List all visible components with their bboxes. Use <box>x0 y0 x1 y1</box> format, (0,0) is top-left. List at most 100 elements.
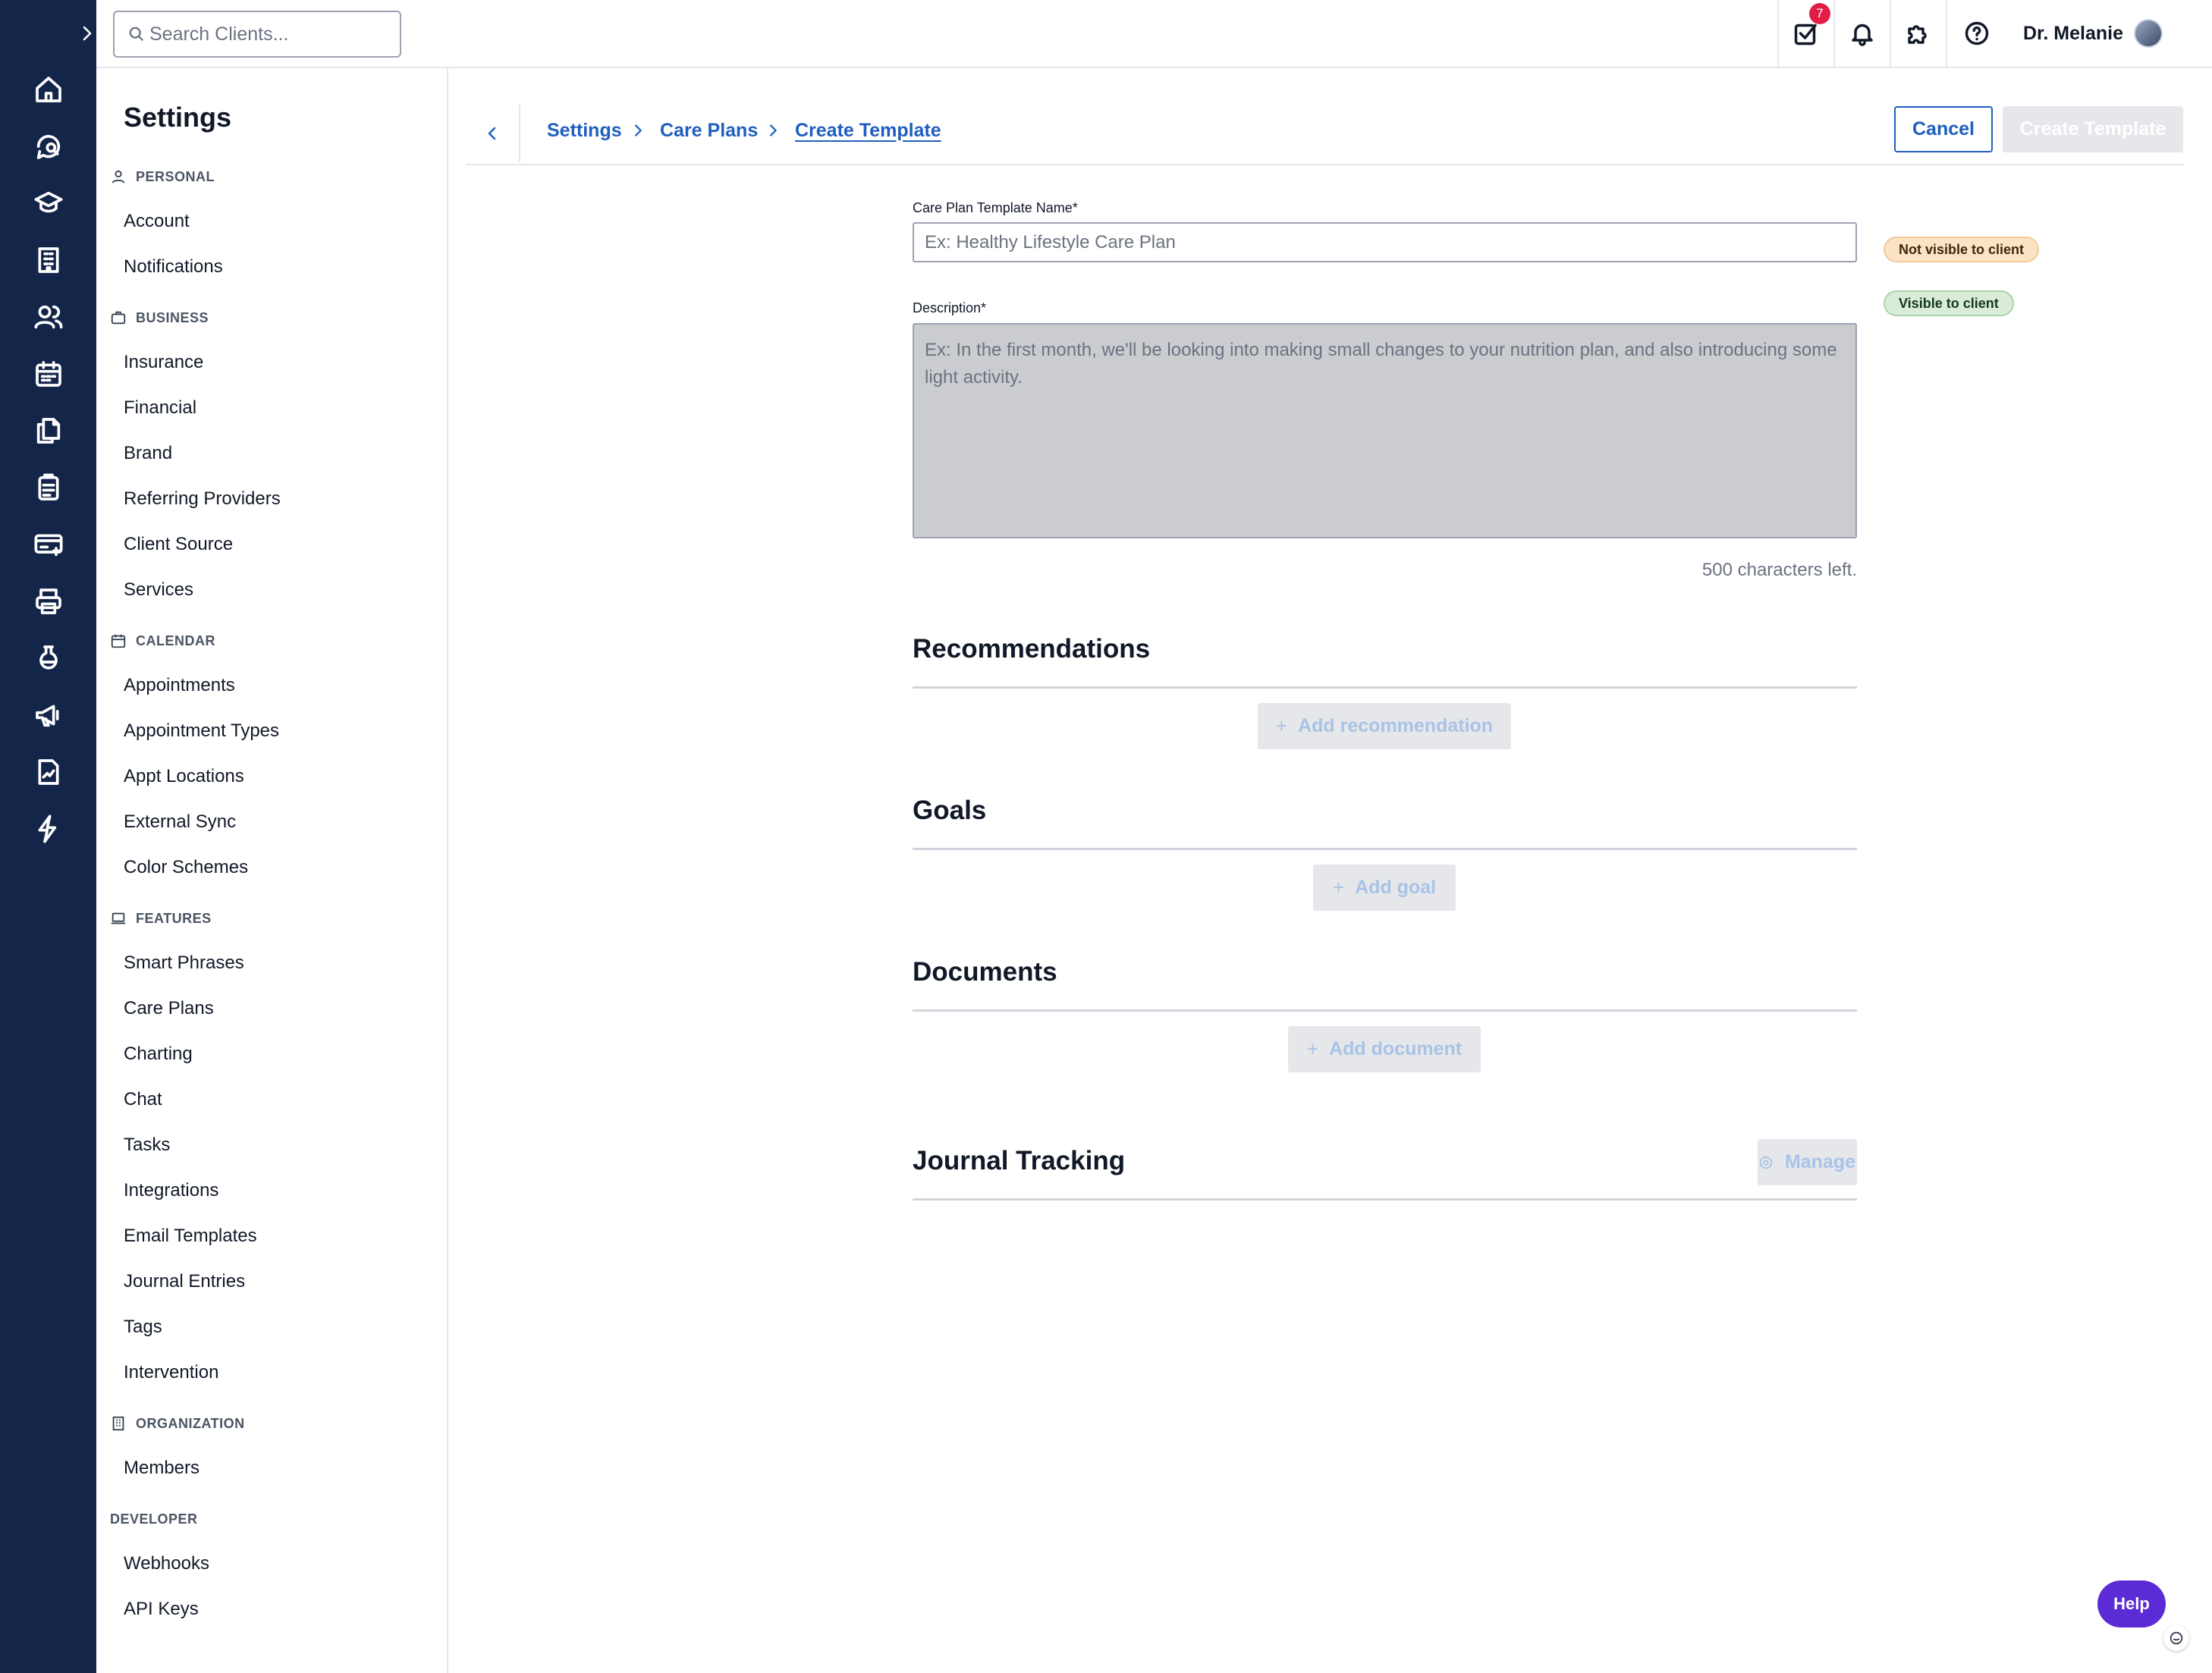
documents-icon[interactable] <box>30 413 67 449</box>
users-icon[interactable] <box>30 299 67 335</box>
search-box[interactable] <box>113 11 401 58</box>
divider <box>913 848 1857 850</box>
printer-icon[interactable] <box>30 583 67 620</box>
tasks-checkbox-icon <box>1794 24 1817 46</box>
search-input[interactable] <box>149 23 385 46</box>
bell-icon <box>1852 24 1873 46</box>
add-goal-button[interactable]: + Add goal <box>1313 865 1456 911</box>
sidebar-item-notifications[interactable]: Notifications <box>124 252 223 282</box>
gear-icon <box>1759 1156 1773 1169</box>
sidebar-item-care-plans[interactable]: Care Plans <box>124 993 214 1024</box>
cancel-button[interactable]: Cancel <box>1894 106 1993 152</box>
sidebar-item-integrations[interactable]: Integrations <box>124 1175 218 1206</box>
characters-left: 500 characters left. <box>1701 560 1857 580</box>
plus-icon: + <box>1275 714 1288 737</box>
description-label: Description* <box>913 300 987 315</box>
sidebar-item-chat[interactable]: Chat <box>124 1084 162 1115</box>
sidebar-item-insurance[interactable]: Insurance <box>124 347 203 378</box>
notifications-button[interactable] <box>1833 0 1890 67</box>
search-icon <box>129 27 144 42</box>
graduation-cap-icon[interactable] <box>30 185 67 221</box>
tasks-button[interactable]: 7 <box>1777 0 1833 67</box>
sidebar-item-financial[interactable]: Financial <box>124 393 196 423</box>
documents-title: Documents <box>913 957 1057 987</box>
megaphone-icon[interactable] <box>30 697 67 733</box>
report-icon[interactable] <box>30 754 67 790</box>
sidebar-item-client-source[interactable]: Client Source <box>124 529 233 560</box>
breadcrumb-settings[interactable]: Settings <box>547 115 622 146</box>
section-organization: ORGANIZATION <box>110 1412 245 1435</box>
section-personal: PERSONAL <box>110 165 215 188</box>
add-document-button[interactable]: + Add document <box>1288 1026 1481 1072</box>
sidebar-item-members[interactable]: Members <box>124 1453 200 1483</box>
sidebar-item-color-schemes[interactable]: Color Schemes <box>124 852 248 883</box>
goals-title: Goals <box>913 796 987 825</box>
template-name-label: Care Plan Template Name* <box>913 200 1078 215</box>
sidebar-item-appt-locations[interactable]: Appt Locations <box>124 761 244 792</box>
sidebar-item-external-sync[interactable]: External Sync <box>124 807 236 837</box>
create-template-button[interactable]: Create Template <box>2003 106 2183 152</box>
manage-button[interactable]: Manage <box>1758 1139 1857 1185</box>
expand-chevron-icon[interactable] <box>76 20 99 47</box>
help-center-button[interactable] <box>1946 0 2006 67</box>
sidebar-item-appointments[interactable]: Appointments <box>124 670 235 701</box>
plus-icon: + <box>1306 1037 1319 1060</box>
lightning-icon[interactable] <box>30 811 67 847</box>
puzzle-icon <box>1908 25 1927 44</box>
briefcase-icon <box>111 311 126 325</box>
task-count-badge: 7 <box>1809 3 1830 24</box>
sidebar-item-referring-providers[interactable]: Referring Providers <box>124 484 281 514</box>
home-icon[interactable] <box>30 71 67 108</box>
sidebar-item-api-keys[interactable]: API Keys <box>124 1594 199 1624</box>
breadcrumb-care-plans[interactable]: Care Plans <box>660 115 758 146</box>
calendar-icon[interactable] <box>30 356 67 392</box>
building-icon[interactable] <box>30 242 67 278</box>
sidebar-item-smart-phrases[interactable]: Smart Phrases <box>124 948 244 978</box>
sidebar-item-journal-entries[interactable]: Journal Entries <box>124 1267 245 1297</box>
visible-badge: Visible to client <box>1884 290 2014 316</box>
divider <box>913 686 1857 689</box>
billing-icon[interactable] <box>30 526 67 563</box>
sidebar-item-tasks[interactable]: Tasks <box>124 1130 170 1160</box>
sidebar-item-charting[interactable]: Charting <box>124 1039 193 1069</box>
avatar[interactable] <box>2134 19 2163 48</box>
plus-icon: + <box>1332 876 1345 899</box>
nav-rail <box>0 0 96 1673</box>
clipboard-icon[interactable] <box>30 469 67 506</box>
user-name[interactable]: Dr. Melanie <box>2023 0 2123 67</box>
calendar-small-icon <box>111 634 126 648</box>
sidebar-item-email-templates[interactable]: Email Templates <box>124 1221 257 1251</box>
chevron-left-icon <box>488 127 496 140</box>
sidebar-item-appointment-types[interactable]: Appointment Types <box>124 716 279 746</box>
chevron-right-icon <box>630 121 646 141</box>
lab-flask-icon[interactable] <box>30 640 67 676</box>
section-calendar: CALENDAR <box>110 629 215 652</box>
help-button[interactable]: Help <box>2097 1580 2166 1627</box>
journal-tracking-title: Journal Tracking <box>913 1146 1126 1175</box>
sidebar-title: Settings <box>124 102 232 133</box>
divider <box>913 1198 1857 1201</box>
description-textarea[interactable] <box>913 323 1857 538</box>
support-chat-icon[interactable] <box>2163 1625 2189 1651</box>
chevron-right-icon <box>765 121 781 141</box>
section-features: FEATURES <box>110 907 212 930</box>
add-recommendation-button[interactable]: + Add recommendation <box>1258 703 1511 749</box>
sidebar-item-brand[interactable]: Brand <box>124 438 172 469</box>
settings-sidebar: Settings PERSONAL Account Notifications … <box>96 68 448 1673</box>
sidebar-item-webhooks[interactable]: Webhooks <box>124 1549 209 1579</box>
sidebar-item-account[interactable]: Account <box>124 206 190 237</box>
organization-building-icon <box>112 1416 124 1431</box>
sidebar-item-tags[interactable]: Tags <box>124 1312 162 1342</box>
not-visible-badge: Not visible to client <box>1884 237 2040 262</box>
back-button[interactable] <box>466 105 520 162</box>
section-business: BUSINESS <box>110 306 209 329</box>
breadcrumb-current[interactable]: Create Template <box>795 115 941 146</box>
template-name-input[interactable] <box>913 222 1857 262</box>
divider <box>913 1009 1857 1012</box>
sidebar-item-intervention[interactable]: Intervention <box>124 1358 218 1388</box>
person-icon <box>112 170 125 184</box>
sidebar-item-services[interactable]: Services <box>124 575 193 605</box>
question-circle-icon <box>1965 21 1989 46</box>
integrations-button[interactable] <box>1890 0 1946 67</box>
chat-search-icon[interactable] <box>30 128 67 165</box>
